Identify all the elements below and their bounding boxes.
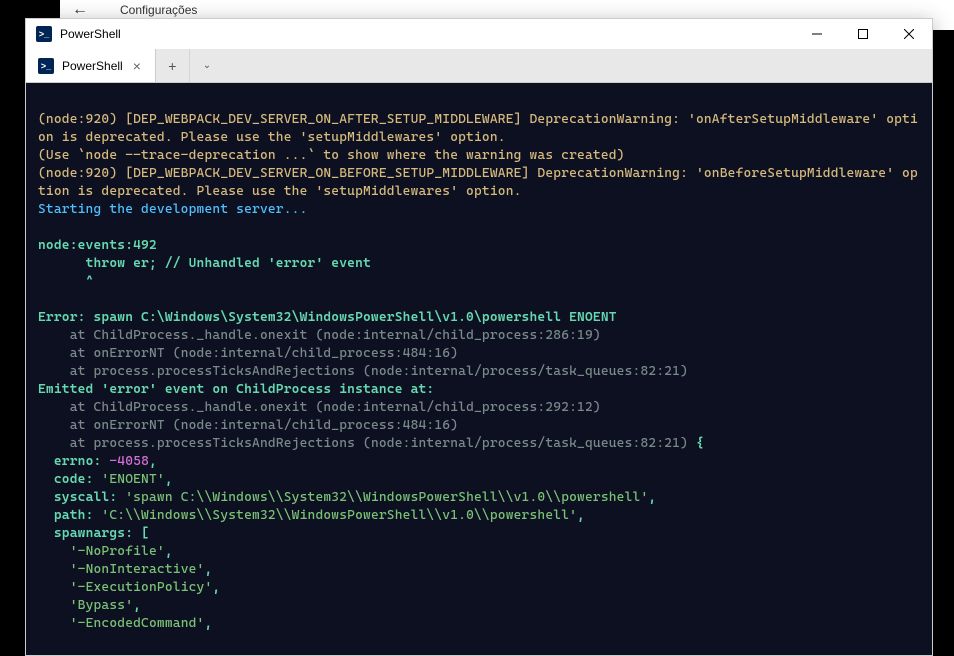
- tab-label: PowerShell: [62, 59, 123, 73]
- terminal-val: 'ENOENT': [101, 472, 164, 487]
- terminal-comma: ,: [165, 472, 173, 487]
- back-icon[interactable]: ←: [72, 1, 88, 19]
- plus-icon: +: [168, 58, 176, 74]
- chevron-down-icon: ⌄: [203, 60, 211, 71]
- terminal-output[interactable]: (node:920) [DEP_WEBPACK_DEV_SERVER_ON_AF…: [26, 83, 932, 655]
- terminal-arg: '-NonInteractive': [38, 562, 204, 577]
- terminal-key: spawnargs:: [38, 526, 141, 541]
- titlebar: >_ PowerShell: [26, 19, 932, 49]
- powershell-icon: >_: [36, 26, 52, 42]
- tabbar: >_ PowerShell × + ⌄: [26, 49, 932, 83]
- terminal-key: errno:: [38, 454, 109, 469]
- terminal-comma: ,: [204, 562, 212, 577]
- terminal-brace: {: [696, 436, 704, 451]
- terminal-arg: '-ExecutionPolicy': [38, 580, 212, 595]
- tab-close-button[interactable]: ×: [131, 58, 143, 74]
- window-controls: [794, 19, 932, 49]
- terminal-line: (node:920) [DEP_WEBPACK_DEV_SERVER_ON_BE…: [38, 166, 918, 199]
- terminal-line: ^: [38, 274, 94, 289]
- terminal-line: at onErrorNT (node:internal/child_proces…: [38, 346, 458, 361]
- terminal-line: throw er; // Unhandled 'error' event: [38, 256, 371, 271]
- window-title: PowerShell: [60, 27, 121, 41]
- powershell-icon: >_: [38, 58, 54, 74]
- terminal-key: code:: [38, 472, 101, 487]
- tab-dropdown-button[interactable]: ⌄: [190, 49, 224, 82]
- close-icon: [904, 29, 914, 39]
- minimize-icon: [812, 29, 822, 39]
- terminal-arg: 'Bypass': [38, 598, 133, 613]
- new-tab-button[interactable]: +: [156, 49, 190, 82]
- terminal-bracket: [: [141, 526, 149, 541]
- terminal-comma: ,: [577, 508, 585, 523]
- bg-window-title: Configurações: [120, 3, 197, 17]
- terminal-line: (node:920) [DEP_WEBPACK_DEV_SERVER_ON_AF…: [38, 112, 918, 145]
- terminal-comma: ,: [165, 544, 173, 559]
- terminal-val: 'C:\\Windows\\System32\\WindowsPowerShel…: [101, 508, 577, 523]
- terminal-comma: ,: [648, 490, 656, 505]
- terminal-comma: ,: [149, 454, 157, 469]
- terminal-val: 'spawn C:\\Windows\\System32\\WindowsPow…: [125, 490, 648, 505]
- maximize-button[interactable]: [840, 19, 886, 49]
- terminal-comma: ,: [204, 616, 212, 631]
- terminal-line: at ChildProcess._handle.onexit (node:int…: [38, 400, 601, 415]
- terminal-line: node:events:492: [38, 238, 157, 253]
- terminal-line: at onErrorNT (node:internal/child_proces…: [38, 418, 458, 433]
- terminal-line: Emitted 'error' event on ChildProcess in…: [38, 382, 434, 397]
- terminal-line: at process.processTicksAndRejections (no…: [38, 364, 688, 379]
- maximize-icon: [858, 29, 868, 39]
- terminal-line: Error: spawn C:\Windows\System32\Windows…: [38, 310, 617, 325]
- terminal-arg: '-EncodedCommand': [38, 616, 204, 631]
- terminal-line: (Use `node --trace-deprecation ...` to s…: [38, 148, 625, 163]
- terminal-val: -4058: [109, 454, 149, 469]
- terminal-comma: ,: [133, 598, 141, 613]
- terminal-key: syscall:: [38, 490, 125, 505]
- minimize-button[interactable]: [794, 19, 840, 49]
- terminal-line: Starting the development server...: [38, 202, 308, 217]
- close-button[interactable]: [886, 19, 932, 49]
- terminal-arg: '-NoProfile': [38, 544, 165, 559]
- tab-powershell[interactable]: >_ PowerShell ×: [26, 49, 156, 82]
- terminal-line: at process.processTicksAndRejections (no…: [38, 436, 696, 451]
- terminal-comma: ,: [212, 580, 220, 595]
- terminal-line: at ChildProcess._handle.onexit (node:int…: [38, 328, 601, 343]
- powershell-window: >_ PowerShell >_ PowerShell × + ⌄ (no: [25, 18, 933, 656]
- terminal-key: path:: [38, 508, 101, 523]
- titlebar-left: >_ PowerShell: [36, 26, 121, 42]
